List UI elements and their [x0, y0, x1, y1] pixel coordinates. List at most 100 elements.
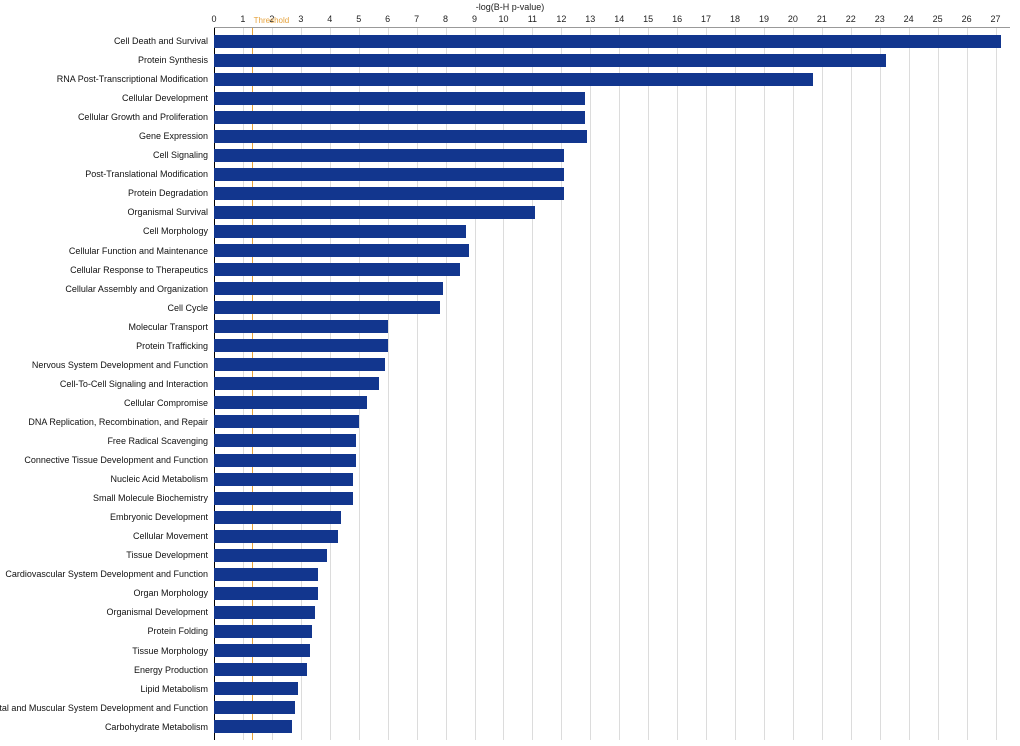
x-tick-label: 15 — [643, 14, 653, 24]
x-tick-label: 12 — [556, 14, 566, 24]
bar — [214, 625, 312, 638]
category-label: Cell Morphology — [143, 225, 214, 237]
x-tick-label: 0 — [211, 14, 216, 24]
bar-row: Embryonic Development — [214, 510, 1010, 524]
x-tick-label: 10 — [498, 14, 508, 24]
x-tick-label: 25 — [933, 14, 943, 24]
bar-row: Gene Expression — [214, 129, 1010, 143]
bar — [214, 415, 359, 428]
bar — [214, 644, 310, 657]
bar — [214, 358, 385, 371]
bar-row: Tissue Morphology — [214, 644, 1010, 658]
x-tick-label: 9 — [472, 14, 477, 24]
bar — [214, 130, 587, 143]
category-label: Organ Morphology — [133, 587, 214, 599]
category-label: Protein Synthesis — [138, 54, 214, 66]
x-tick-label: 11 — [528, 14, 537, 24]
bar — [214, 396, 367, 409]
bar-row: Cell Signaling — [214, 148, 1010, 162]
x-tick-label: 4 — [327, 14, 332, 24]
bar-row: Protein Trafficking — [214, 339, 1010, 353]
category-label: Post-Translational Modification — [85, 168, 214, 180]
x-tick-label: 3 — [298, 14, 303, 24]
bar-row: Post-Translational Modification — [214, 167, 1010, 181]
x-tick-label: 18 — [730, 14, 740, 24]
bar — [214, 492, 353, 505]
category-label: Tissue Development — [126, 549, 214, 561]
category-label: Gene Expression — [139, 130, 214, 142]
x-tick-label: 17 — [701, 14, 711, 24]
bar — [214, 244, 469, 257]
bar-row: Small Molecule Biochemistry — [214, 491, 1010, 505]
x-tick-label: 27 — [991, 14, 1001, 24]
bar-row: Cardiovascular System Development and Fu… — [214, 567, 1010, 581]
bar — [214, 168, 564, 181]
category-label: Free Radical Scavenging — [107, 435, 214, 447]
category-label: Connective Tissue Development and Functi… — [24, 454, 214, 466]
category-label: Skeletal and Muscular System Development… — [0, 702, 214, 714]
bar — [214, 549, 327, 562]
bar — [214, 339, 388, 352]
bar — [214, 454, 356, 467]
category-label: RNA Post-Transcriptional Modification — [57, 73, 214, 85]
bar — [214, 320, 388, 333]
bar-row: Cell Cycle — [214, 301, 1010, 315]
bar-row: Free Radical Scavenging — [214, 434, 1010, 448]
bar — [214, 530, 338, 543]
x-tick-label: 26 — [962, 14, 972, 24]
category-label: DNA Replication, Recombination, and Repa… — [28, 416, 214, 428]
category-label: Cellular Function and Maintenance — [69, 245, 214, 257]
bar — [214, 35, 1001, 48]
category-label: Small Molecule Biochemistry — [93, 492, 214, 504]
bar-row: Cell Morphology — [214, 224, 1010, 238]
category-label: Tissue Morphology — [132, 645, 214, 657]
category-label: Organismal Development — [106, 606, 214, 618]
bar — [214, 434, 356, 447]
bar — [214, 568, 318, 581]
bar-row: Protein Folding — [214, 624, 1010, 638]
category-label: Cellular Growth and Proliferation — [78, 111, 214, 123]
bar — [214, 701, 295, 714]
category-label: Cell Cycle — [167, 302, 214, 314]
category-label: Cell Signaling — [153, 149, 214, 161]
category-label: Cellular Movement — [133, 530, 214, 542]
x-tick-label: 7 — [414, 14, 419, 24]
bar-row: Molecular Transport — [214, 320, 1010, 334]
bar-row: Organismal Survival — [214, 205, 1010, 219]
x-tick-label: 5 — [356, 14, 361, 24]
bar — [214, 377, 379, 390]
bar-row: Cell Death and Survival — [214, 34, 1010, 48]
x-tick-label: 23 — [875, 14, 885, 24]
x-tick-label: 13 — [585, 14, 595, 24]
category-label: Nervous System Development and Function — [32, 359, 214, 371]
bar-row: Skeletal and Muscular System Development… — [214, 701, 1010, 715]
bar — [214, 301, 440, 314]
x-tick-label: 21 — [817, 14, 827, 24]
bar — [214, 587, 318, 600]
category-label: Cell Death and Survival — [114, 35, 214, 47]
bar-row: Cellular Assembly and Organization — [214, 282, 1010, 296]
bar — [214, 187, 564, 200]
x-tick-label: 22 — [846, 14, 856, 24]
x-tick-label: 16 — [672, 14, 682, 24]
category-label: Nucleic Acid Metabolism — [110, 473, 214, 485]
threshold-label: Threshold — [254, 16, 290, 25]
category-label: Energy Production — [134, 664, 214, 676]
x-tick-label: 20 — [788, 14, 798, 24]
bar-row: Cell-To-Cell Signaling and Interaction — [214, 377, 1010, 391]
x-tick-label: 6 — [385, 14, 390, 24]
bar — [214, 149, 564, 162]
x-axis-title: -log(B-H p-value) — [0, 2, 1020, 12]
bar-row: Nervous System Development and Function — [214, 358, 1010, 372]
bar — [214, 225, 466, 238]
category-label: Protein Folding — [147, 625, 214, 637]
category-label: Cellular Response to Therapeutics — [70, 264, 214, 276]
category-label: Cardiovascular System Development and Fu… — [5, 568, 214, 580]
bar-row: Connective Tissue Development and Functi… — [214, 453, 1010, 467]
x-tick-label: 24 — [904, 14, 914, 24]
x-tick-label: 19 — [759, 14, 769, 24]
category-label: Carbohydrate Metabolism — [105, 721, 214, 733]
bar — [214, 92, 585, 105]
bar-row: Lipid Metabolism — [214, 682, 1010, 696]
bar-row: Energy Production — [214, 663, 1010, 677]
